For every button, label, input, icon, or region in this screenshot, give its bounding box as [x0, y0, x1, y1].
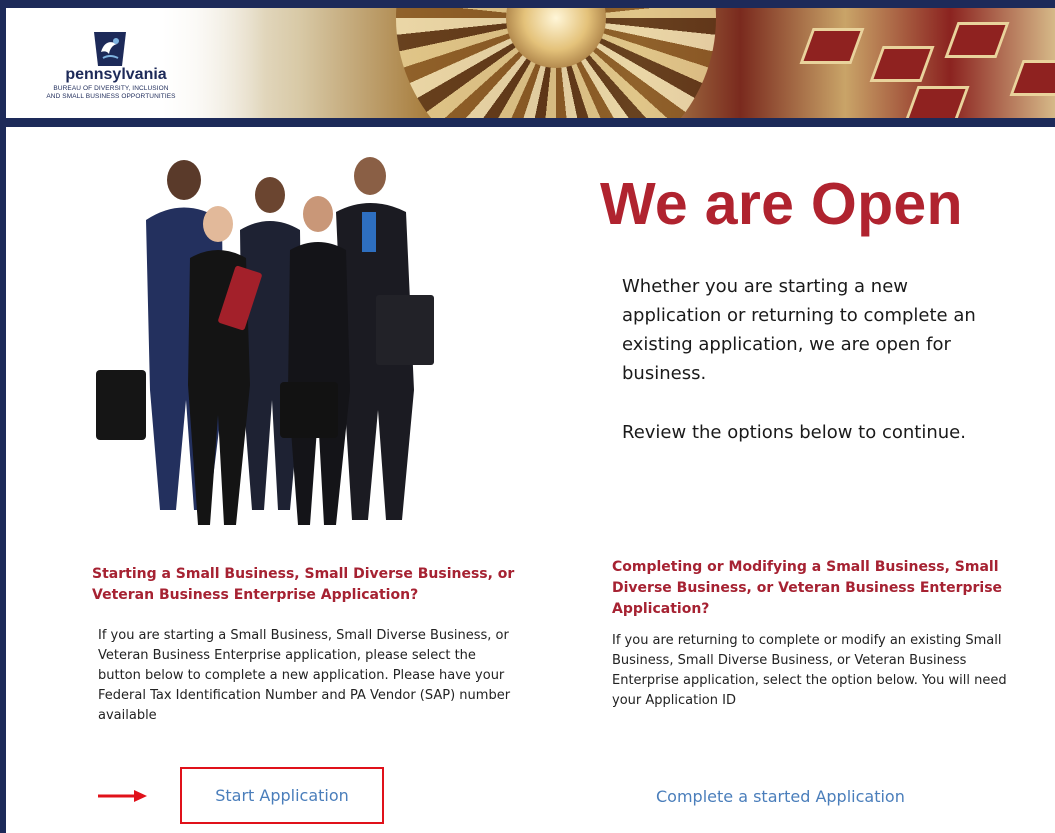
- start-application-highlight: Start Application: [180, 767, 384, 824]
- ceiling-panel: [904, 86, 970, 118]
- review-options-text: Review the options below to continue.: [622, 422, 966, 443]
- intro-text: Whether you are starting a new applicati…: [622, 276, 976, 384]
- arrow-right-icon: [98, 790, 147, 802]
- logo-area: [6, 8, 266, 118]
- start-section-heading: Starting a Small Business, Small Diverse…: [92, 566, 515, 603]
- logo-subtitle-line: AND SMALL BUSINESS OPPORTUNITIES: [46, 93, 176, 100]
- logo-title: pennsylvania: [65, 66, 167, 83]
- complete-section-body: If you are returning to complete or modi…: [612, 633, 1007, 708]
- keystone-icon: [94, 32, 126, 66]
- page-headline: We are Open: [600, 171, 963, 237]
- logo-subtitle-line: BUREAU OF DIVERSITY, INCLUSION: [53, 85, 169, 92]
- ceiling-panel: [1009, 60, 1055, 96]
- header-banner: pennsylvania BUREAU OF DIVERSITY, INCLUS…: [6, 8, 1055, 118]
- start-section-body: If you are starting a Small Business, Sm…: [98, 628, 511, 723]
- top-frame-border: [0, 0, 1055, 8]
- logo-subtitle: BUREAU OF DIVERSITY, INCLUSION AND SMALL…: [6, 85, 216, 101]
- start-application-link[interactable]: Start Application: [215, 786, 349, 805]
- complete-section-heading: Completing or Modifying a Small Business…: [612, 559, 1003, 617]
- business-team-photo: [96, 157, 434, 525]
- ceiling-panel: [944, 22, 1010, 58]
- ceiling-panel: [799, 28, 865, 64]
- ceiling-panel: [869, 46, 935, 82]
- complete-started-application-link[interactable]: Complete a started Application: [656, 787, 905, 806]
- banner-underline: [6, 118, 1055, 127]
